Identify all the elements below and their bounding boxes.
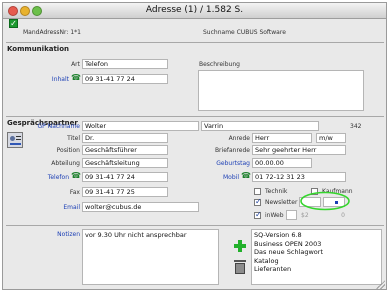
beschreibung-label: Beschreibung	[199, 61, 240, 68]
technik-label: Technik	[265, 188, 288, 195]
mobil-field[interactable]: 01 72-12 31 23	[252, 172, 346, 182]
add-icon[interactable]	[234, 240, 246, 252]
list-item[interactable]: Das neue Schlagwort	[254, 248, 379, 257]
titel-label: Titel	[67, 135, 80, 142]
record-count: 342	[350, 123, 362, 130]
telefon-phone-icon[interactable]: ☎	[71, 171, 81, 180]
list-item[interactable]: Business OPEN 2003	[254, 240, 379, 249]
fax-label: Fax	[69, 189, 80, 196]
list-item[interactable]: Katalog	[254, 257, 379, 266]
briefanrede-label: Briefanrede	[214, 147, 250, 154]
newsletter-checkbox[interactable]	[254, 197, 262, 206]
telefon-label: Telefon	[47, 174, 69, 181]
fax-field[interactable]: 09 31-41 77 25	[82, 187, 168, 197]
resize-grip-icon[interactable]	[376, 280, 385, 289]
highlight-ellipse	[300, 191, 350, 211]
category-list[interactable]: SQ-Version 6.8 Business OPEN 2003 Das ne…	[251, 229, 382, 285]
geburtstag-field[interactable]: 00.00.00	[252, 158, 312, 168]
list-item[interactable]: Lieferanten	[254, 265, 379, 274]
inweb-checkbox[interactable]	[254, 210, 262, 219]
suchname-label: Suchname CUBUS Software	[203, 29, 286, 36]
geburtstag-label: Geburtstag	[216, 160, 250, 167]
notizen-divider	[6, 225, 384, 226]
window-content: ✓ MandAdressNr: 1*1 Suchname CUBUS Softw…	[3, 19, 386, 289]
phone-icon[interactable]: ☎	[71, 73, 81, 82]
inweb-label: inWeb	[265, 212, 284, 219]
mobil-phone-icon[interactable]: ☎	[241, 171, 251, 180]
titel-field[interactable]: Dr.	[82, 133, 168, 143]
trash-icon[interactable]	[234, 260, 246, 274]
beschreibung-field[interactable]	[198, 70, 364, 111]
notizen-field[interactable]: vor 9.30 Uhr nicht ansprechbar	[82, 229, 219, 285]
notizen-label: Notizen	[57, 231, 80, 238]
nachname-label: GP Nachname	[37, 123, 80, 130]
abteilung-label: Abteilung	[51, 160, 80, 167]
gender-field[interactable]: m/w	[316, 133, 346, 143]
kommunikation-divider-top	[6, 42, 384, 43]
mand-adress-nr: MandAdressNr: 1*1	[23, 29, 81, 36]
inweb-field-1[interactable]	[286, 210, 297, 220]
zero-value: 0	[341, 212, 345, 219]
position-field[interactable]: Geschäftsführer	[82, 145, 168, 155]
anrede-label: Anrede	[228, 135, 250, 142]
mobil-label: Mobil	[223, 174, 239, 181]
check-icon: ✓	[9, 19, 18, 28]
vorname-field[interactable]: Varrin	[201, 121, 319, 131]
inhalt-field[interactable]: 09 31-41 77 24	[82, 74, 168, 84]
newsletter-label: Newsletter	[265, 199, 298, 206]
position-label: Position	[56, 147, 80, 154]
kommunikation-title: Kommunikation	[7, 45, 69, 53]
inhalt-label: Inhalt	[51, 76, 69, 83]
art-label: Art	[71, 61, 80, 68]
address-window: Adresse (1) / 1.582 S. ✓ MandAdressNr: 1…	[2, 2, 387, 290]
amount-label: $2	[301, 212, 309, 219]
nachname-field[interactable]: Wolter	[82, 121, 199, 131]
telefon-field[interactable]: 09 31-41 77 24	[82, 172, 168, 182]
gespraech-divider-top	[6, 116, 384, 117]
email-label: Email	[63, 204, 80, 211]
technik-checkbox[interactable]	[254, 188, 261, 195]
anrede-field[interactable]: Herr	[252, 133, 312, 143]
abteilung-field[interactable]: Geschäftsleitung	[82, 158, 168, 168]
notizen-text: vor 9.30 Uhr nicht ansprechbar	[85, 231, 187, 239]
window-title: Adresse (1) / 1.582 S.	[145, 5, 244, 15]
list-item[interactable]: SQ-Version 6.8	[254, 231, 379, 240]
email-field[interactable]: wolter@cubus.de	[82, 202, 199, 212]
title-bar: Adresse (1) / 1.582 S.	[3, 3, 386, 19]
briefanrede-field[interactable]: Sehr geehrter Herr	[252, 145, 346, 155]
contact-card-icon[interactable]	[7, 132, 23, 148]
art-field[interactable]: Telefon	[82, 59, 168, 69]
